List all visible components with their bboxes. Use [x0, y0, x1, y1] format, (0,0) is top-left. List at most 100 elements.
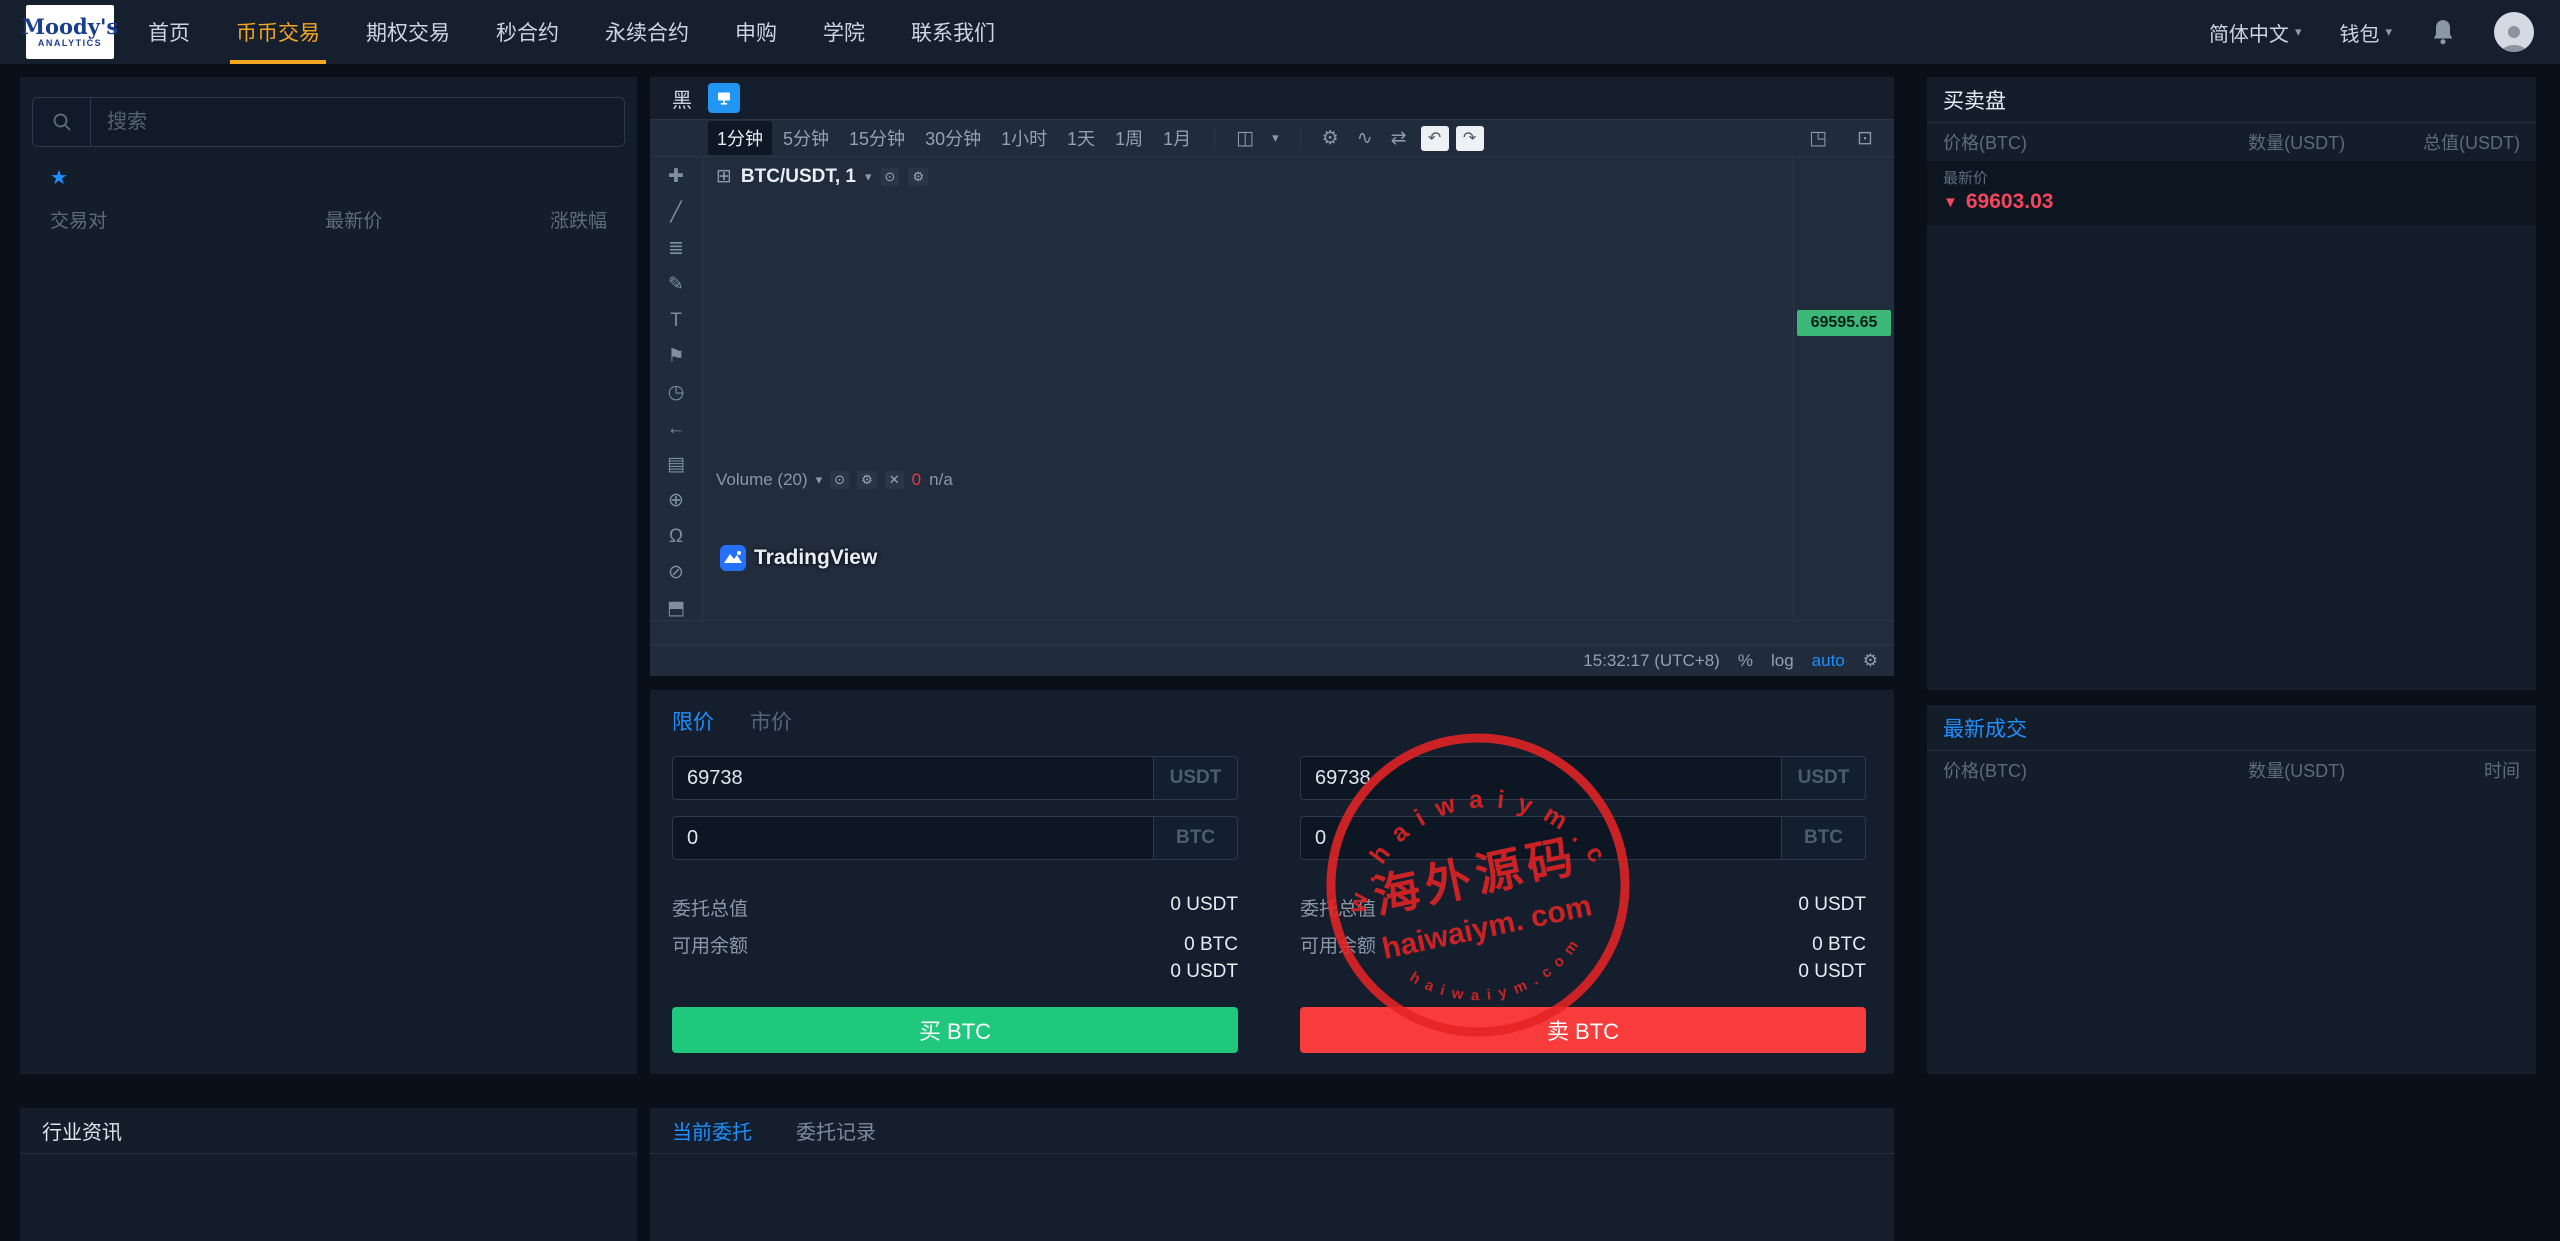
theme-button[interactable]: 黑 [666, 82, 698, 115]
price-axis[interactable]: 69595.65 [1793, 157, 1894, 620]
trendline-icon[interactable]: ╱ [670, 203, 681, 222]
last-price-tag: 69595.65 [1797, 310, 1891, 336]
buy-total-row: 委托总值 0 USDT [672, 894, 1238, 921]
projector-icon [718, 92, 730, 105]
wallet-menu[interactable]: 钱包 ▾ [2339, 18, 2392, 47]
user-icon [2501, 26, 2527, 52]
tradingview-logo[interactable]: TradingView [720, 545, 877, 571]
tab-limit-order[interactable]: 限价 [672, 706, 714, 736]
sell-button[interactable]: 卖 BTC [1300, 1007, 1866, 1053]
close-icon[interactable]: ✕ [884, 471, 904, 489]
nav-item-0[interactable]: 首页 [148, 0, 190, 64]
col-amount: 数量(USDT) [2248, 761, 2346, 781]
undo-icon: ↶ [1427, 130, 1442, 147]
buy-button[interactable]: 买 BTC [672, 1007, 1238, 1053]
search-input[interactable] [91, 110, 624, 134]
chevron-down-icon[interactable]: ▾ [865, 169, 872, 185]
nav-item-3[interactable]: 秒合约 [496, 0, 559, 64]
sell-total-row: 委托总值 0 USDT [1300, 894, 1866, 921]
balance-label: 可用余额 [672, 936, 749, 957]
orders-header: 当前委托 委托记录 [650, 1108, 1894, 1154]
target-icon[interactable]: ⊙ [830, 471, 850, 489]
forecast-icon[interactable]: ◷ [668, 383, 685, 402]
gear-icon[interactable]: ⚙ [857, 471, 877, 489]
tab-order-history[interactable]: 委托记录 [796, 1116, 876, 1145]
magnet-icon[interactable]: Ω [669, 527, 683, 546]
chevron-down-icon[interactable]: ▾ [816, 472, 823, 488]
volume-na: n/a [929, 470, 953, 489]
auto-scale-button[interactable]: auto [1812, 651, 1845, 671]
gear-icon[interactable]: ⚙ [1863, 651, 1878, 671]
clock-label[interactable]: 15:32:17 (UTC+8) [1583, 651, 1720, 671]
col-change: 涨跌幅 [549, 211, 607, 232]
nav-item-5[interactable]: 申购 [735, 0, 777, 64]
chart-bottombar: 15:32:17 (UTC+8) % log auto ⚙ [650, 645, 1894, 676]
order-book-panel: 买卖盘 价格(BTC) 数量(USDT) 总值(USDT) 最新价 ▼ 6960… [1927, 77, 2536, 690]
text-tool-icon[interactable]: T [670, 311, 682, 330]
buy-price-input[interactable] [673, 757, 1153, 799]
language-selector[interactable]: 简体中文 ▾ [2209, 18, 2302, 47]
draw-lock-icon[interactable]: ⊘ [668, 563, 684, 582]
gear-icon[interactable]: ⚙ [908, 167, 929, 186]
timeframe-button[interactable]: 1周 [1106, 121, 1152, 155]
sell-amount-input[interactable] [1301, 817, 1781, 859]
market-list-panel: ★ 交易对 最新价 涨跌幅 [20, 77, 637, 1074]
measure-icon[interactable]: ▤ [667, 455, 685, 474]
nav-item-1[interactable]: 币币交易 [230, 0, 326, 64]
target-icon[interactable]: ⊙ [880, 167, 900, 186]
timeframe-button[interactable]: 15分钟 [840, 121, 914, 155]
last-price-label: 最新价 [1943, 170, 1989, 187]
sell-price-unit: USDT [1781, 757, 1865, 799]
drawing-toolbar: ✚ ╱ ≣ ✎ T ⚑ ◷ ← ▤ ⊕ Ω ⊘ ⬒ [650, 157, 703, 620]
nav-item-7[interactable]: 联系我们 [911, 0, 995, 64]
percent-scale-button[interactable]: % [1738, 651, 1753, 671]
crosshair-icon[interactable]: ✚ [668, 167, 684, 186]
nav-item-4[interactable]: 永续合约 [605, 0, 689, 64]
time-axis[interactable] [650, 620, 1894, 645]
balance-btc: 0 BTC [1184, 934, 1238, 955]
moodys-logo[interactable]: Moody's ANALYTICS [22, 5, 118, 59]
top-navbar: Moody's ANALYTICS 首页 币币交易 期权交易 秒合约 永续合约 申购 学院联… [0, 0, 2560, 64]
favorites-filter[interactable]: ★ [20, 147, 637, 190]
buy-price-row: USDT [672, 756, 1238, 800]
timeframe-button[interactable]: 5分钟 [774, 121, 838, 155]
symbol-search-icon[interactable]: ⊞ [716, 165, 732, 188]
total-value: 0 USDT [1798, 894, 1866, 915]
nav-item-2[interactable]: 期权交易 [366, 0, 450, 64]
col-total: 总值(USDT) [2422, 133, 2520, 153]
hide-drawings-icon[interactable]: ⬒ [667, 599, 685, 618]
nav-items: 首页 币币交易 期权交易 秒合约 永续合约 申购 学院 联系我们 [148, 0, 995, 64]
tab-open-orders[interactable]: 当前委托 [672, 1116, 752, 1145]
undo-button[interactable]: ↶ [1420, 125, 1449, 151]
avatar[interactable] [2494, 12, 2534, 52]
arrow-tool-icon[interactable]: ← [667, 419, 686, 438]
symbol-legend-row: ⊞ BTC/USDT, 1 ▾ ⊙ ⚙ [716, 165, 937, 188]
timeframe-button[interactable]: 1分钟 [708, 121, 773, 155]
brush-icon[interactable]: ✎ [668, 275, 684, 294]
chevron-down-icon: ▾ [2385, 24, 2392, 39]
timeframe-button[interactable]: 1月 [1154, 121, 1200, 155]
tab-market-order[interactable]: 市价 [750, 706, 792, 736]
candle-style-icon[interactable]: ◫ [1229, 127, 1261, 150]
nav-item-6[interactable]: 学院 [823, 0, 865, 64]
sell-price-input[interactable] [1301, 757, 1781, 799]
fib-retracement-icon[interactable]: ≣ [668, 239, 684, 258]
indicators-icon[interactable]: ∿ [1350, 127, 1380, 150]
log-scale-button[interactable]: log [1771, 651, 1794, 671]
notification-bell-icon[interactable] [2430, 18, 2456, 46]
redo-button[interactable]: ↷ [1455, 125, 1484, 151]
pattern-icon[interactable]: ⚑ [667, 347, 684, 366]
presentation-button[interactable] [708, 83, 740, 113]
symbol-label[interactable]: BTC/USDT, 1 [741, 166, 856, 188]
camera-icon[interactable]: ⊡ [1850, 127, 1880, 150]
zoom-in-icon[interactable]: ⊕ [668, 491, 684, 510]
buy-amount-input[interactable] [673, 817, 1153, 859]
timeframe-button[interactable]: 1小时 [992, 121, 1056, 155]
compare-icon[interactable]: ⇄ [1384, 127, 1414, 150]
chevron-down-icon[interactable]: ▾ [1265, 130, 1286, 146]
buy-form: USDT BTC 委托总值 0 USDT 可用余额 0 BTC 0 USDT 买 … [672, 740, 1238, 1053]
gear-icon[interactable]: ⚙ [1315, 127, 1346, 150]
timeframe-button[interactable]: 30分钟 [916, 121, 990, 155]
timeframe-button[interactable]: 1天 [1058, 121, 1104, 155]
fullscreen-icon[interactable]: ◳ [1802, 127, 1834, 150]
